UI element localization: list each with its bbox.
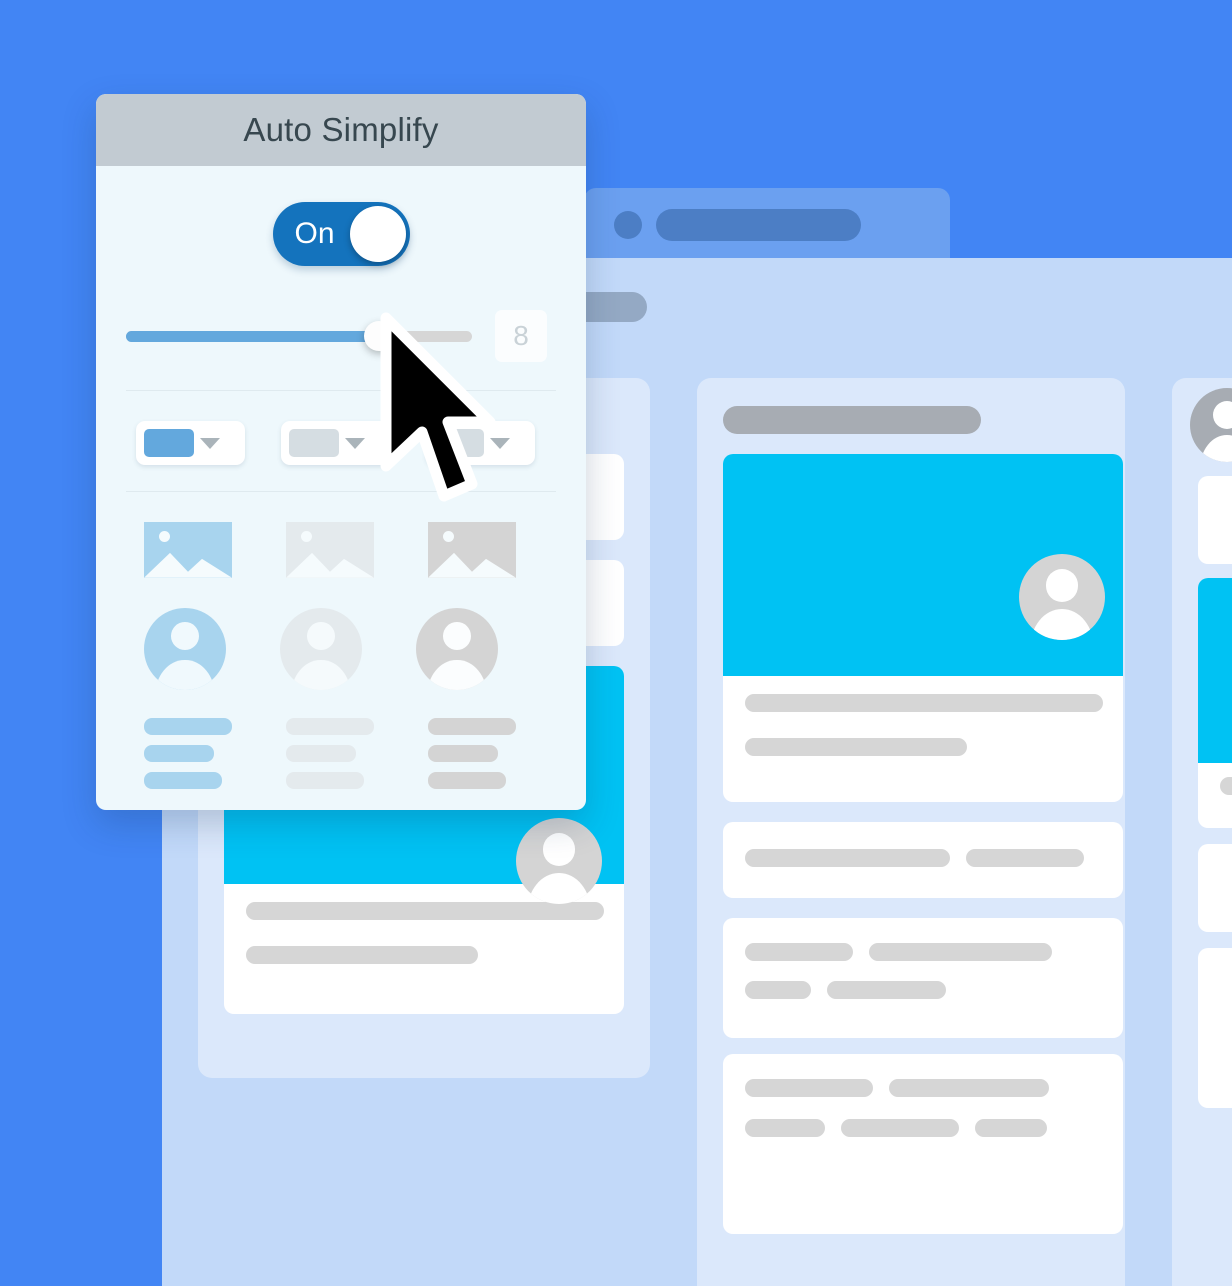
placeholder-bar (745, 1079, 873, 1097)
placeholder-bar (889, 1079, 1049, 1097)
placeholder-bar (286, 745, 356, 762)
placeholder-bar (286, 772, 364, 789)
slider-row: 8 (96, 310, 586, 362)
placeholder-bar (745, 943, 853, 961)
placeholder-bar (246, 902, 604, 920)
color-dropdown-secondary[interactable] (281, 421, 390, 465)
color-dropdown-tertiary[interactable] (426, 421, 535, 465)
tab-title-placeholder (656, 209, 861, 241)
placeholder-bar (745, 1119, 825, 1137)
color-swatch (144, 429, 194, 457)
text-card[interactable] (1198, 948, 1232, 1108)
placeholder-bar (745, 694, 1103, 712)
preview-grid (96, 522, 586, 789)
divider (126, 390, 556, 391)
hero-text-lines (1198, 763, 1232, 809)
hero-banner (1198, 578, 1232, 763)
chevron-down-icon (345, 437, 365, 449)
placeholder-bar (966, 849, 1084, 867)
avatar (516, 818, 602, 904)
avatar-placeholder-icon[interactable] (280, 608, 362, 690)
placeholder-bar (144, 718, 232, 735)
text-lines-placeholder (286, 718, 374, 789)
placeholder-bar (975, 1119, 1047, 1137)
placeholder-bar (428, 772, 506, 789)
color-dropdown-primary[interactable] (136, 421, 245, 465)
text-lines-placeholder (144, 718, 232, 789)
panel-title: Auto Simplify (243, 111, 439, 148)
placeholder-bar (286, 718, 374, 735)
right-column (1172, 378, 1232, 1286)
slider-fill (126, 330, 379, 342)
chevron-down-icon (490, 437, 510, 449)
auto-simplify-toggle[interactable]: On (272, 202, 410, 266)
placeholder-bar (428, 718, 516, 735)
divider (126, 491, 556, 492)
text-lines-placeholder (428, 718, 516, 789)
dropdown-row (96, 421, 586, 465)
tab-favicon-icon (614, 211, 642, 239)
placeholder-bar (745, 738, 967, 756)
hero-text-lines (723, 676, 1123, 780)
chevron-down-icon (200, 437, 220, 449)
image-placeholder-icon[interactable] (144, 522, 232, 578)
avatar (1190, 388, 1232, 462)
text-card[interactable] (1198, 476, 1232, 564)
toggle-row: On (96, 202, 586, 266)
hero-card[interactable] (723, 454, 1123, 802)
slider-thumb[interactable] (363, 321, 394, 351)
column-heading (723, 406, 981, 434)
middle-column (697, 378, 1125, 1286)
avatar-placeholder-icon[interactable] (416, 608, 498, 690)
slider-value-box: 8 (495, 310, 547, 362)
placeholder-bar (1220, 777, 1232, 795)
toggle-knob[interactable] (349, 206, 406, 262)
preview-image-row (144, 522, 586, 578)
color-swatch (434, 429, 484, 457)
color-swatch (289, 429, 339, 457)
placeholder-bar (745, 849, 950, 867)
placeholder-bar (827, 981, 946, 999)
auto-simplify-panel: Auto Simplify On 8 (96, 94, 586, 810)
preview-avatar-row (144, 608, 586, 690)
image-placeholder-icon[interactable] (286, 522, 374, 578)
hero-card[interactable] (1198, 578, 1232, 828)
text-card[interactable] (1198, 844, 1232, 932)
avatar (1019, 554, 1105, 640)
image-placeholder-icon[interactable] (428, 522, 516, 578)
placeholder-bar (745, 981, 811, 999)
placeholder-bar (246, 946, 478, 964)
panel-header: Auto Simplify (96, 94, 586, 166)
placeholder-bar (428, 745, 498, 762)
toggle-label: On (294, 217, 335, 250)
text-card[interactable] (723, 822, 1123, 898)
placeholder-bar (144, 745, 214, 762)
placeholder-bar (869, 943, 1052, 961)
placeholder-bar (841, 1119, 959, 1137)
avatar-placeholder-icon[interactable] (144, 608, 226, 690)
placeholder-bar (144, 772, 222, 789)
browser-tab[interactable] (584, 188, 950, 258)
simplify-slider[interactable] (126, 321, 472, 351)
text-card[interactable] (723, 1054, 1123, 1234)
text-card[interactable] (723, 918, 1123, 1038)
preview-lines-row (144, 718, 586, 789)
